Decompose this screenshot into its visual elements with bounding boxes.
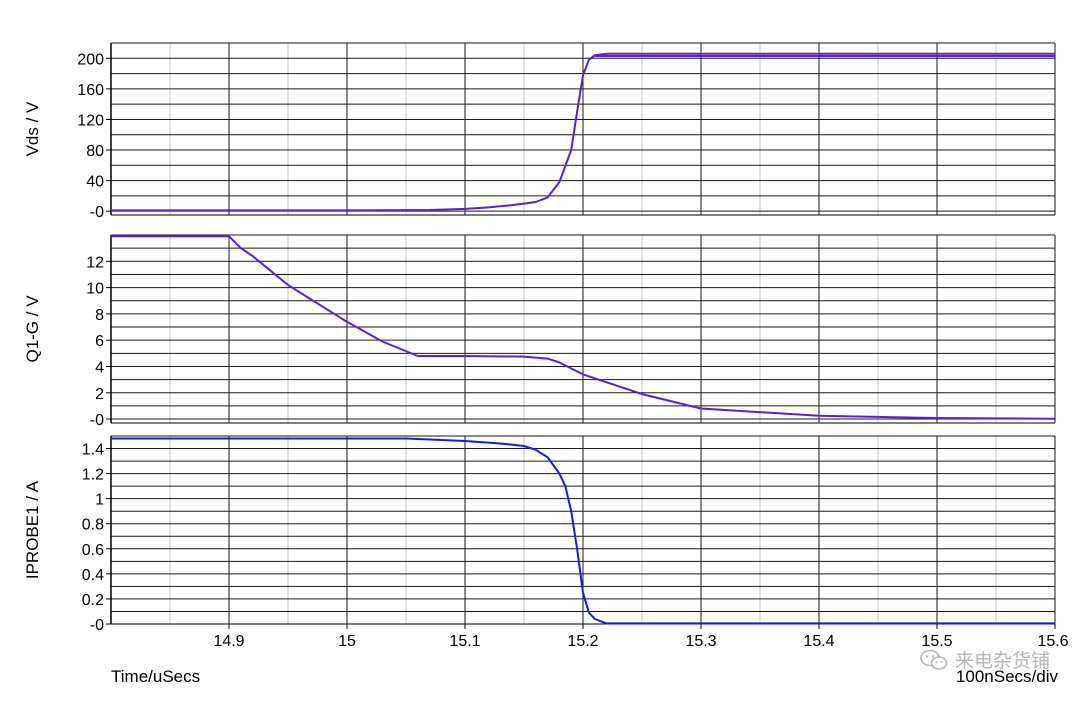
y-tick-label: 40 [86, 174, 104, 191]
y-tick-label: 0.6 [82, 542, 104, 559]
y-tick-label: 160 [77, 82, 104, 99]
y-axis-label: Vds / V [23, 101, 42, 156]
y-tick-label: -0 [90, 204, 104, 221]
y-tick-label: 8 [95, 307, 104, 324]
y-tick-label: -0 [90, 412, 104, 429]
x-tick-label: 15.3 [685, 633, 716, 650]
panel-1: -0 40 80 120 160 200 Vds / V [23, 42, 1056, 221]
y-tick-label: 1.4 [82, 442, 104, 459]
y-tick-label: 120 [77, 112, 104, 129]
y-axis-label: IPROBE1 / A [23, 480, 42, 579]
watermark-text: 来电杂货铺 [954, 651, 1050, 672]
y-tick-label: -0 [90, 617, 104, 634]
oscilloscope-chart: -0 40 80 120 160 200 Vds / V -0 2 4 6 8 10 12 Q1-G / V… [23, 42, 1069, 650]
y-tick-label: 4 [95, 359, 104, 376]
y-tick-label: 6 [95, 333, 104, 350]
y-tick-label: 200 [77, 51, 104, 68]
y-axis-label: Q1-G / V [23, 295, 42, 363]
x-tick-label: 15 [338, 633, 356, 650]
x-tick-label: 15.2 [567, 633, 598, 650]
panel-2: -0 2 4 6 8 10 12 Q1-G / V [23, 234, 1056, 429]
y-tick-label: 0.8 [82, 517, 104, 534]
wechat-icon [920, 649, 948, 670]
x-tick-label: 15.1 [449, 633, 480, 650]
y-tick-label: 0.4 [82, 567, 104, 584]
panel-3: -0 0.2 0.4 0.6 0.8 1 1.2 1.4 IPROBE1 / A 14.9 15 15… [23, 435, 1069, 650]
x-axis-label: Time/uSecs [111, 667, 201, 686]
x-tick-label: 14.9 [213, 633, 244, 650]
y-tick-label: 1.2 [82, 467, 104, 484]
y-tick-label: 80 [86, 143, 104, 160]
x-tick-label: 15.4 [803, 633, 834, 650]
y-tick-label: 12 [86, 254, 104, 271]
watermark: 来电杂货铺 [919, 646, 1050, 673]
y-tick-label: 2 [95, 386, 104, 403]
y-tick-label: 10 [86, 281, 104, 298]
y-tick-label: 0.2 [82, 592, 104, 609]
y-tick-label: 1 [95, 492, 104, 509]
